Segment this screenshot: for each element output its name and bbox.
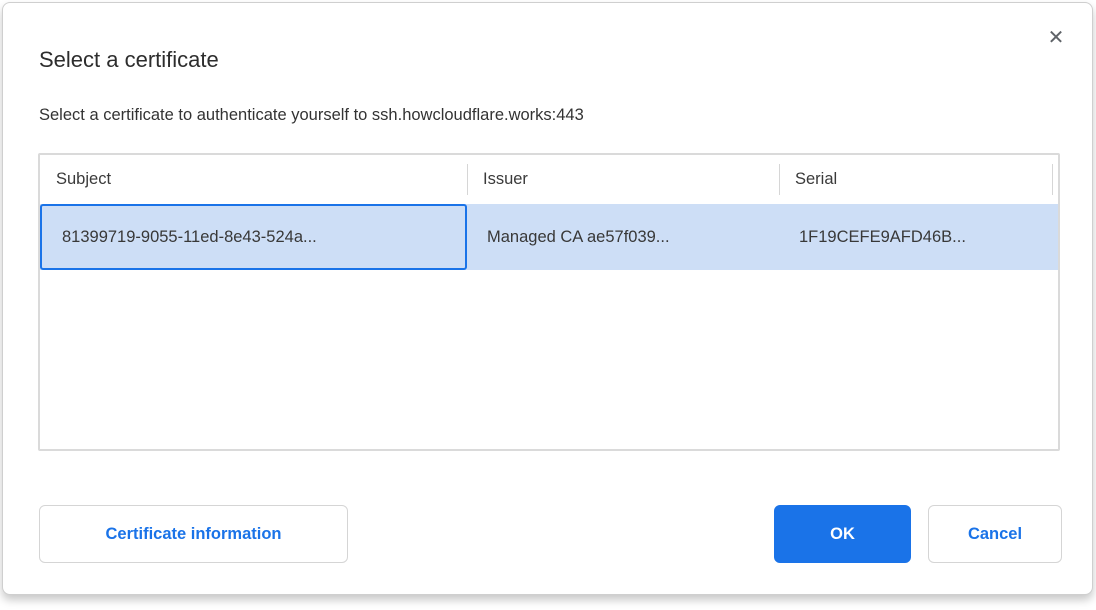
cancel-button[interactable]: Cancel xyxy=(928,505,1062,563)
column-header-subject: Subject xyxy=(40,155,467,204)
cell-serial[interactable]: 1F19CEFE9AFD46B... xyxy=(779,204,1052,270)
table-header-row: Subject Issuer Serial xyxy=(40,155,1058,204)
dialog-subtitle: Select a certificate to authenticate you… xyxy=(39,106,584,125)
column-header-issuer: Issuer xyxy=(467,155,779,204)
certificate-row-selected[interactable]: 81399719-9055-11ed-8e43-524a... Managed … xyxy=(40,204,1058,270)
cell-issuer[interactable]: Managed CA ae57f039... xyxy=(467,204,779,270)
close-button[interactable]: ✕ xyxy=(1042,23,1070,51)
scrollbar-gutter xyxy=(1052,155,1058,204)
certificate-information-button[interactable]: Certificate information xyxy=(39,505,348,563)
column-header-serial: Serial xyxy=(779,155,1052,204)
certificate-table: Subject Issuer Serial 81399719-9055-11ed… xyxy=(38,153,1060,451)
certificate-dialog: ✕ Select a certificate Select a certific… xyxy=(2,2,1093,595)
dialog-title: Select a certificate xyxy=(39,47,219,73)
close-icon: ✕ xyxy=(1048,25,1065,49)
cell-subject[interactable]: 81399719-9055-11ed-8e43-524a... xyxy=(40,204,467,270)
ok-button[interactable]: OK xyxy=(774,505,911,563)
